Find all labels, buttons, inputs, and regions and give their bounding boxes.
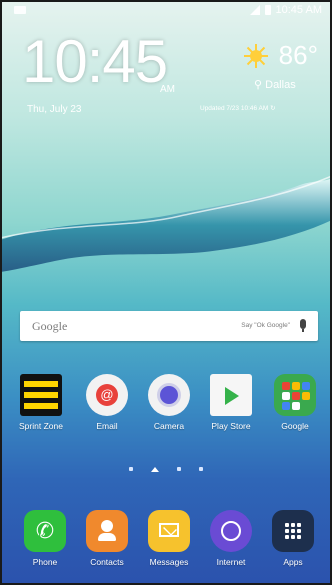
signal-icon bbox=[250, 5, 260, 15]
weather-city: ⚲ Dallas bbox=[254, 78, 296, 91]
status-bar: 10:45 AM bbox=[0, 0, 332, 20]
refresh-icon[interactable]: ↻ bbox=[270, 105, 275, 112]
home-page-icon[interactable] bbox=[151, 467, 159, 472]
app-sprint-zone[interactable]: Sprint Zone bbox=[10, 374, 72, 431]
clock-date: Thu, July 23 bbox=[27, 104, 81, 115]
page-dot[interactable] bbox=[199, 467, 203, 471]
app-label: Play Store bbox=[200, 421, 262, 431]
app-label: Messages bbox=[138, 557, 200, 567]
sunny-icon bbox=[244, 44, 268, 68]
mic-icon[interactable] bbox=[300, 319, 306, 329]
status-time: 10:45 AM bbox=[276, 4, 322, 16]
contacts-icon bbox=[86, 510, 128, 552]
google-logo: Google bbox=[32, 319, 67, 334]
internet-icon bbox=[210, 510, 252, 552]
temperature: 86° bbox=[279, 40, 318, 71]
page-dot[interactable] bbox=[177, 467, 181, 471]
app-label: Phone bbox=[14, 557, 76, 567]
app-label: Camera bbox=[138, 421, 200, 431]
app-row: Sprint Zone @ Email Camera Play Store bbox=[0, 374, 332, 434]
notification-icon bbox=[14, 6, 26, 14]
app-label: Email bbox=[76, 421, 138, 431]
app-label: Contacts bbox=[76, 557, 138, 567]
phone-icon: ✆ bbox=[24, 510, 66, 552]
app-label: Internet bbox=[200, 557, 262, 567]
clock-widget[interactable]: 10:45 AM bbox=[22, 32, 167, 92]
email-icon: @ bbox=[86, 374, 128, 416]
clock-ampm: AM bbox=[160, 84, 175, 95]
dock: ✆ Phone Contacts Messages Internet Apps bbox=[0, 510, 332, 580]
wallpaper-wave bbox=[0, 150, 332, 290]
app-label: Sprint Zone bbox=[10, 421, 72, 431]
page-indicator[interactable] bbox=[0, 464, 332, 474]
camera-icon bbox=[148, 374, 190, 416]
google-search-bar[interactable]: Google Say "Ok Google" bbox=[20, 311, 318, 341]
app-label: Google bbox=[264, 421, 326, 431]
dock-phone[interactable]: ✆ Phone bbox=[14, 510, 76, 567]
home-screen: 10:45 AM 10:45 AM Thu, July 23 86° ⚲ Dal… bbox=[0, 0, 332, 585]
app-play-store[interactable]: Play Store bbox=[200, 374, 262, 431]
messages-icon bbox=[148, 510, 190, 552]
apps-grid-icon bbox=[272, 510, 314, 552]
dock-internet[interactable]: Internet bbox=[200, 510, 262, 567]
dock-messages[interactable]: Messages bbox=[138, 510, 200, 567]
dock-contacts[interactable]: Contacts bbox=[76, 510, 138, 567]
app-camera[interactable]: Camera bbox=[138, 374, 200, 431]
voice-hint: Say "Ok Google" bbox=[241, 322, 290, 329]
app-google-folder[interactable]: Google bbox=[264, 374, 326, 431]
google-folder-icon bbox=[274, 374, 316, 416]
page-dot[interactable] bbox=[129, 467, 133, 471]
app-email[interactable]: @ Email bbox=[76, 374, 138, 431]
battery-icon bbox=[265, 5, 271, 15]
clock-time: 10:45 bbox=[22, 32, 167, 92]
dock-apps[interactable]: Apps bbox=[262, 510, 324, 567]
location-pin-icon: ⚲ bbox=[254, 79, 262, 91]
play-store-icon bbox=[210, 374, 252, 416]
sprint-zone-icon bbox=[20, 374, 62, 416]
app-label: Apps bbox=[262, 557, 324, 567]
weather-updated: Updated 7/23 10:46 AM ↻ bbox=[200, 104, 276, 112]
